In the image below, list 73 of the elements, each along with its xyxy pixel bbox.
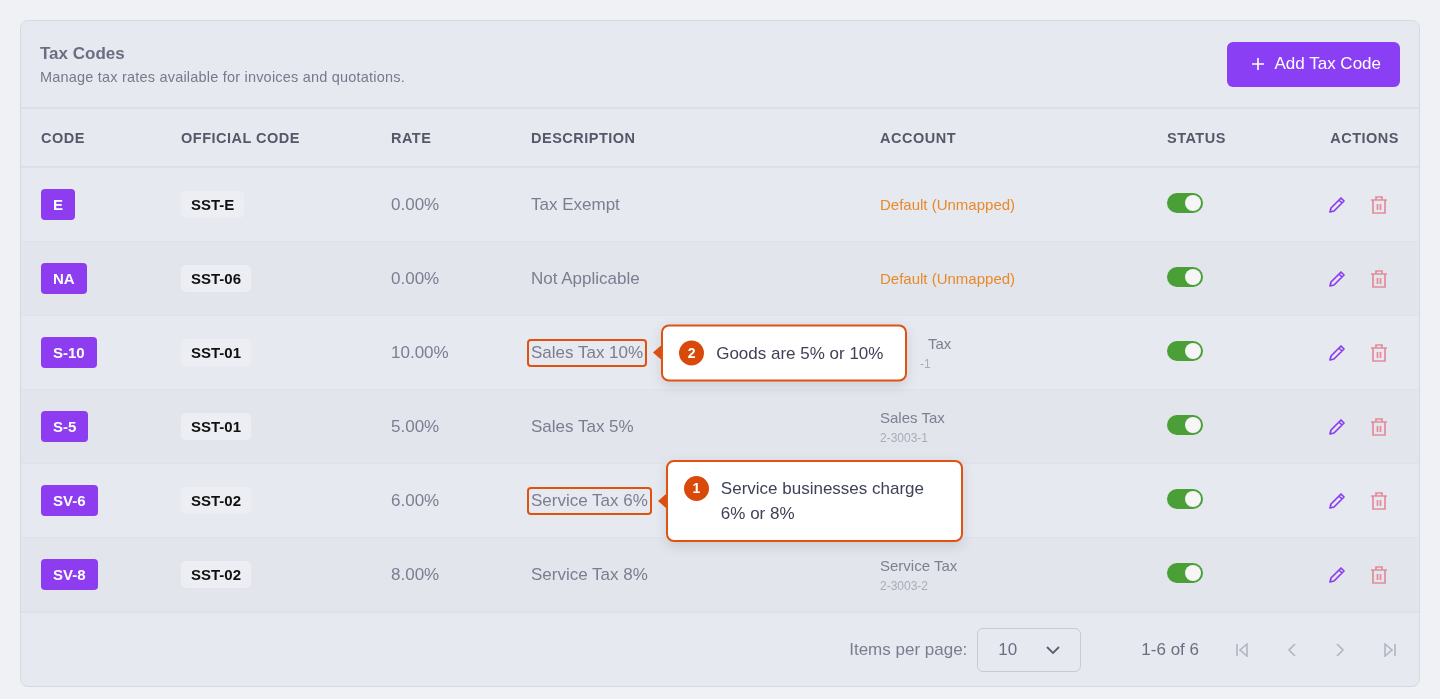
official-code-tag: SST-E [181,191,245,218]
rate-text: 0.00% [391,194,440,214]
page-range: 1-6 of 6 [1141,639,1199,660]
status-toggle[interactable] [1167,192,1203,213]
previous-page-icon[interactable] [1287,642,1297,657]
first-page-icon[interactable] [1235,642,1249,657]
account-number: -1 [919,356,932,371]
last-page-icon[interactable] [1383,642,1397,657]
official-code-tag: SST-01 [181,339,252,366]
official-code-tag: SST-01 [181,413,252,440]
trash-icon[interactable] [1369,490,1389,511]
column-header: DESCRIPTION [531,129,637,146]
official-code-tag: SST-02 [181,561,252,588]
rate-text: 6.00% [391,490,440,510]
pencil-icon[interactable] [1327,194,1347,215]
account-name: Service Tax [880,556,959,574]
column-header: ACCOUNT [880,129,957,146]
tax-code-badge: SV-8 [41,559,98,590]
official-code-tag: SST-06 [181,265,252,292]
column-header: STATUS [1166,129,1227,146]
description-text: Tax Exempt [530,193,621,216]
chevron-down-icon [1046,645,1061,654]
items-per-page-label: Items per page: [849,639,968,660]
rate-text: 10.00% [391,342,449,362]
rate-text: 8.00% [391,564,440,584]
tax-code-badge: E [41,189,75,220]
status-toggle[interactable] [1167,562,1203,583]
pencil-icon[interactable] [1327,268,1347,289]
account-number: 2-3003-1 [880,430,930,445]
description-text: Not Applicable [530,267,641,290]
page-size-select[interactable]: 10 [977,627,1082,672]
account-name: Sales Tax [880,408,946,426]
add-tax-code-button[interactable]: Add Tax Code [1226,41,1400,87]
trash-icon[interactable] [1369,194,1389,215]
tax-code-badge: S-5 [41,411,89,442]
pencil-icon[interactable] [1327,564,1347,585]
status-toggle[interactable] [1167,414,1203,435]
tax-code-badge: S-10 [41,337,97,368]
pencil-icon[interactable] [1327,342,1347,363]
description-text: Service Tax 6% [527,486,652,515]
column-header: OFFICIAL CODE [181,129,301,146]
column-header: ACTIONS [1329,129,1399,146]
callout-text: Service businesses charge 6% or 8% [720,477,926,525]
step-number-badge: 2 [679,340,705,365]
rate-text: 0.00% [391,268,440,288]
description-text: Sales Tax 5% [530,415,635,438]
page-title: Tax Codes [40,43,126,64]
status-toggle[interactable] [1167,488,1203,509]
plus-icon [1250,57,1265,71]
pencil-icon[interactable] [1327,490,1347,511]
official-code-tag: SST-02 [181,487,252,514]
callout-text: Goods are 5% or 10% [716,342,884,364]
status-toggle[interactable] [1167,340,1203,361]
account-number: 2-3003-2 [880,578,930,593]
status-toggle[interactable] [1167,266,1203,287]
trash-icon[interactable] [1369,342,1389,363]
account-text: Default (Unmapped) [880,269,1016,287]
next-page-icon[interactable] [1335,642,1345,657]
account-text: Default (Unmapped) [880,195,1016,213]
trash-icon[interactable] [1369,564,1389,585]
tax-code-badge: NA [41,263,87,294]
tax-code-badge: SV-6 [41,485,98,516]
account-name: Tax [927,334,953,352]
page-subtitle: Manage tax rates available for invoices and quotations. [40,68,405,85]
pencil-icon[interactable] [1327,416,1347,437]
column-header: RATE [391,129,433,146]
description-text: Sales Tax 10% [527,338,648,367]
rate-text: 5.00% [391,416,440,436]
description-text: Service Tax 8% [530,563,649,586]
trash-icon[interactable] [1369,268,1389,289]
step-number-badge: 1 [683,475,709,501]
column-header: CODE [41,129,86,146]
trash-icon[interactable] [1369,416,1389,437]
